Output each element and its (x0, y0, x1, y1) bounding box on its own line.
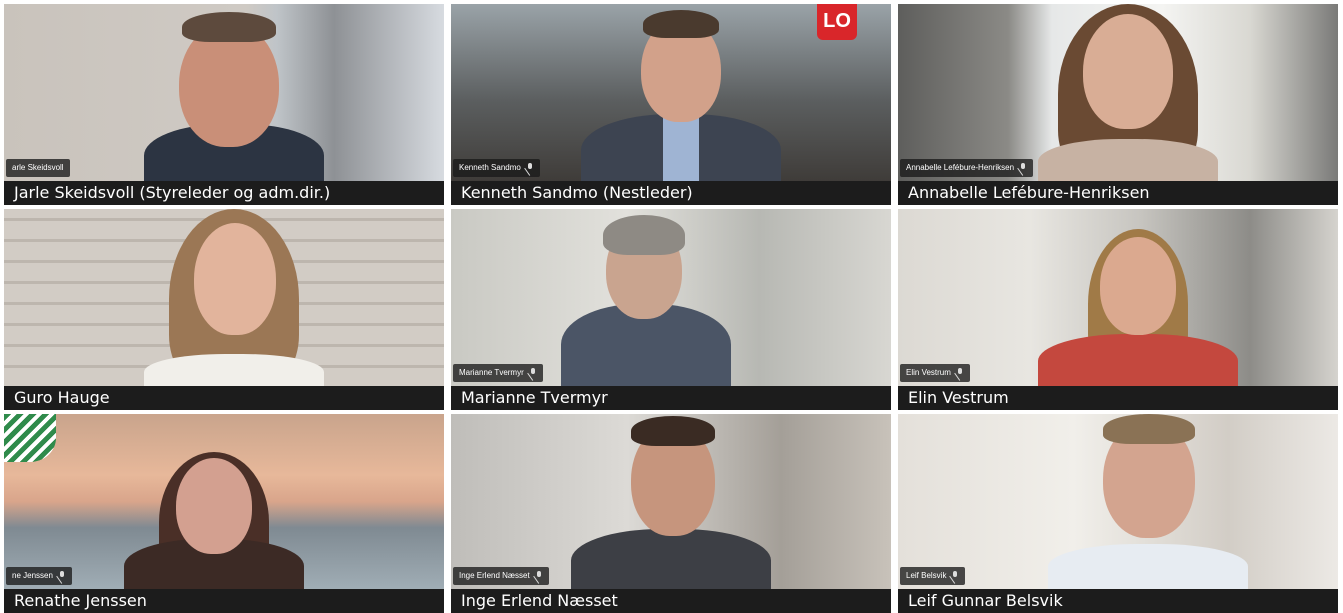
mic-muted-icon (951, 571, 959, 581)
video-feed (898, 209, 1338, 386)
video-feed (451, 414, 891, 589)
lo-logo: LO (817, 4, 857, 40)
mic-muted-icon (956, 368, 964, 378)
video-feed (4, 414, 444, 589)
name-overlay: ne Jenssen (6, 567, 72, 585)
video-feed (4, 209, 444, 386)
participant-tile-inge-erlend-naesset[interactable]: Inge Erlend Næsset Inge Erlend Næsset (451, 414, 891, 613)
video-feed: LO (451, 4, 891, 181)
participant-name: Renathe Jenssen (4, 589, 444, 613)
participant-name: Kenneth Sandmo (Nestleder) (451, 181, 891, 205)
name-overlay: Leif Belsvik (900, 567, 966, 585)
participant-tile-guro-hauge[interactable]: Guro Hauge (4, 209, 444, 410)
participant-tile-marianne-tvermyr[interactable]: Marianne Tvermyr Marianne Tvermyr (451, 209, 891, 410)
participant-tile-annabelle-lefebure-henriksen[interactable]: Annabelle Lefébure-Henriksen Annabelle L… (898, 4, 1338, 205)
participant-tile-elin-vestrum[interactable]: Elin Vestrum Elin Vestrum (898, 209, 1338, 410)
participant-name: Inge Erlend Næsset (451, 589, 891, 613)
participant-name: Marianne Tvermyr (451, 386, 891, 410)
video-feed (4, 4, 444, 181)
participant-name: Leif Gunnar Belsvik (898, 589, 1338, 613)
name-overlay: Annabelle Lefébure-Henriksen (900, 159, 1034, 177)
mic-muted-icon (535, 571, 543, 581)
participant-tile-kenneth-sandmo[interactable]: LO Kenneth Sandmo Kenneth Sandmo (Nestle… (451, 4, 891, 205)
video-feed (451, 209, 891, 386)
mic-muted-icon (1019, 163, 1027, 173)
nordic-swan-logo (4, 414, 56, 462)
video-feed (898, 414, 1338, 589)
video-feed (898, 4, 1338, 181)
name-overlay: Kenneth Sandmo (453, 159, 540, 177)
participant-tile-renathe-jenssen[interactable]: ne Jenssen Renathe Jenssen (4, 414, 444, 613)
name-overlay: arle Skeidsvoll (6, 159, 70, 177)
mic-muted-icon (529, 368, 537, 378)
participant-name: Annabelle Lefébure-Henriksen (898, 181, 1338, 205)
name-overlay: Inge Erlend Næsset (453, 567, 549, 585)
participant-name: Guro Hauge (4, 386, 444, 410)
name-overlay: Elin Vestrum (900, 364, 970, 382)
mic-muted-icon (526, 163, 534, 173)
participant-tile-jarle-skeidsvoll[interactable]: arle Skeidsvoll Jarle Skeidsvoll (Styrel… (4, 4, 444, 205)
participant-tile-leif-gunnar-belsvik[interactable]: Leif Belsvik Leif Gunnar Belsvik (898, 414, 1338, 613)
name-overlay: Marianne Tvermyr (453, 364, 543, 382)
participant-name: Elin Vestrum (898, 386, 1338, 410)
participant-name: Jarle Skeidsvoll (Styreleder og adm.dir.… (4, 181, 444, 205)
mic-muted-icon (58, 571, 66, 581)
video-grid: arle Skeidsvoll Jarle Skeidsvoll (Styrel… (4, 4, 1338, 613)
